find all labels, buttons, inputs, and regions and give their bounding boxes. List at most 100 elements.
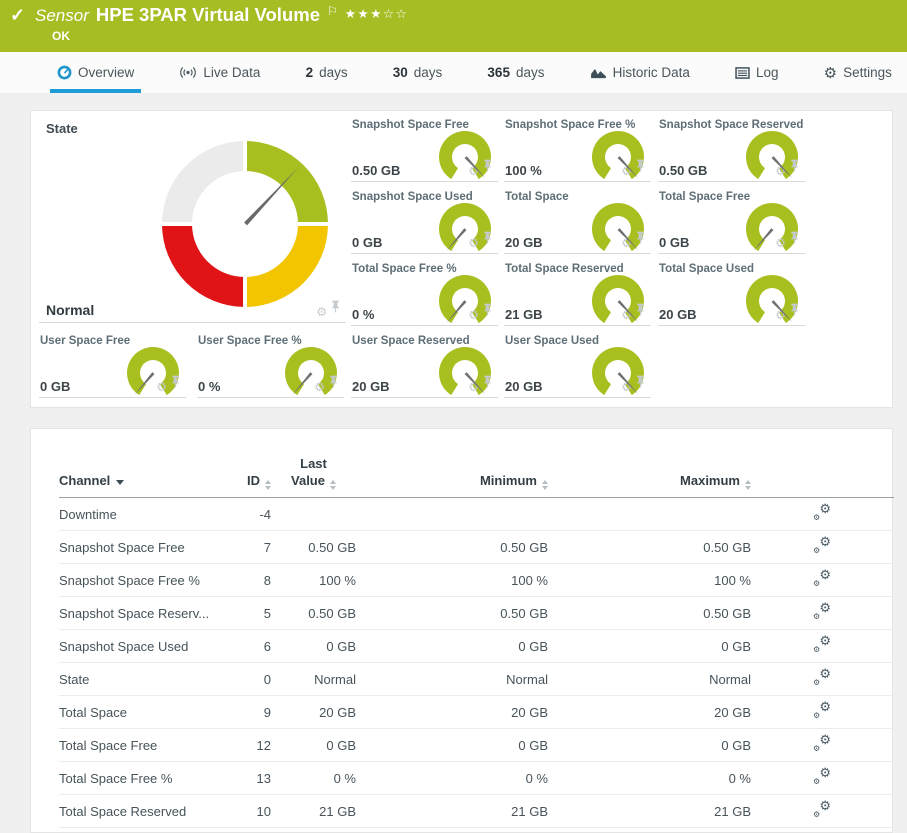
column-header-maximum[interactable]: Maximum xyxy=(548,473,751,490)
settings-cell: ⚙⚙ xyxy=(751,637,894,656)
tab-365-days[interactable]: 365days xyxy=(480,52,551,93)
gauge-title: User Space Used xyxy=(505,335,599,347)
state-gauge-title: State xyxy=(46,121,78,136)
pin-icon[interactable] xyxy=(483,159,492,177)
gauge-value: 20 GB xyxy=(659,307,697,322)
channel-id: 13 xyxy=(224,771,271,786)
gear-icon: ⚙ xyxy=(824,64,837,82)
pin-icon[interactable] xyxy=(483,303,492,321)
gauge-value: 20 GB xyxy=(505,379,543,394)
column-header-id[interactable]: ID xyxy=(224,473,271,490)
channel-settings-icon[interactable]: ⚙⚙ xyxy=(813,703,831,719)
pin-icon[interactable] xyxy=(331,300,340,318)
tab-30-days[interactable]: 30days xyxy=(386,52,450,93)
channel-id: 8 xyxy=(224,573,271,588)
pin-icon[interactable] xyxy=(171,375,180,393)
maximum-value: 20 GB xyxy=(548,705,751,720)
channel-settings-icon[interactable]: ⚙⚙ xyxy=(813,802,831,818)
channel-id: 9 xyxy=(224,705,271,720)
tab-number: 2 xyxy=(306,65,314,80)
pin-icon[interactable] xyxy=(790,303,799,321)
channel-settings-icon[interactable]: ⚙⚙ xyxy=(813,604,831,620)
table-row[interactable]: Downtime-4⚙⚙ xyxy=(59,498,894,531)
channel-name: Snapshot Space Reserv... xyxy=(59,606,224,621)
gauge-panel: Snapshot Space Used0 GB⚙ xyxy=(351,191,498,254)
pin-icon[interactable] xyxy=(636,303,645,321)
tab-2-days[interactable]: 2days xyxy=(299,52,355,93)
pin-icon[interactable] xyxy=(483,231,492,249)
pin-icon[interactable] xyxy=(483,375,492,393)
gear-icon[interactable]: ⚙ xyxy=(468,237,479,249)
gauge-panel: Total Space Used20 GB⚙ xyxy=(658,263,805,326)
gauge-panel: Total Space Free0 GB⚙ xyxy=(658,191,805,254)
gear-icon[interactable]: ⚙ xyxy=(314,381,325,393)
minimum-value: 21 GB xyxy=(356,804,548,819)
channel-id: 6 xyxy=(224,639,271,654)
channels-table-card: ChannelIDLastValueMinimumMaximum Downtim… xyxy=(30,428,893,833)
tab-label: Live Data xyxy=(203,65,260,80)
gauge-value: 0 % xyxy=(352,307,374,322)
maximum-value: Normal xyxy=(548,672,751,687)
broadcast-icon xyxy=(179,66,197,79)
channel-settings-icon[interactable]: ⚙⚙ xyxy=(813,736,831,752)
tab-live-data[interactable]: Live Data xyxy=(172,52,267,93)
minimum-value: 100 % xyxy=(356,573,548,588)
table-row[interactable]: Snapshot Space Free70.50 GB0.50 GB0.50 G… xyxy=(59,531,894,564)
tab-historic-data[interactable]: Historic Data xyxy=(583,52,697,93)
gauge-title: Total Space Reserved xyxy=(505,263,624,275)
pin-icon[interactable] xyxy=(636,231,645,249)
table-row[interactable]: Total Space920 GB20 GB20 GB⚙⚙ xyxy=(59,696,894,729)
flag-icon[interactable]: ⚐ xyxy=(327,4,338,18)
gear-icon[interactable]: ⚙ xyxy=(468,309,479,321)
channel-settings-icon[interactable]: ⚙⚙ xyxy=(813,538,831,554)
table-row[interactable]: Total Space Free120 GB0 GB0 GB⚙⚙ xyxy=(59,729,894,762)
gear-icon[interactable]: ⚙ xyxy=(156,381,167,393)
table-row[interactable]: Total Space Free %130 %0 %0 %⚙⚙ xyxy=(59,762,894,795)
priority-rating[interactable]: ★★★☆☆ xyxy=(345,6,409,21)
tab-label: days xyxy=(414,65,443,80)
table-row[interactable]: Snapshot Space Used60 GB0 GB0 GB⚙⚙ xyxy=(59,630,894,663)
column-header-channel[interactable]: Channel xyxy=(59,473,224,490)
column-header-minimum[interactable]: Minimum xyxy=(356,473,548,490)
channel-settings-icon[interactable]: ⚙⚙ xyxy=(813,571,831,587)
minimum-value: 0 GB xyxy=(356,738,548,753)
gauge-panel: Snapshot Space Free0.50 GB⚙ xyxy=(351,119,498,182)
last-value: 20 GB xyxy=(271,705,356,720)
channel-settings-icon[interactable]: ⚙⚙ xyxy=(813,505,831,521)
table-row[interactable]: Total Space Reserved1021 GB21 GB21 GB⚙⚙ xyxy=(59,795,894,828)
channel-settings-icon[interactable]: ⚙⚙ xyxy=(813,769,831,785)
channel-name: Total Space Free % xyxy=(59,771,224,786)
column-header-last-value[interactable]: LastValue xyxy=(271,456,356,490)
overview-gauges-card: State Normal ⚙ Snapshot Space Free0.50 G… xyxy=(30,110,893,408)
settings-cell: ⚙⚙ xyxy=(751,670,894,689)
tab-log[interactable]: Log xyxy=(728,52,786,93)
table-header: ChannelIDLastValueMinimumMaximum xyxy=(59,454,894,498)
gauge-title: Total Space Free xyxy=(659,191,750,203)
maximum-value: 0 GB xyxy=(548,639,751,654)
last-value: 21 GB xyxy=(271,804,356,819)
tab-settings[interactable]: ⚙Settings xyxy=(817,52,899,93)
channel-name: Snapshot Space Free % xyxy=(59,573,224,588)
pin-icon[interactable] xyxy=(636,159,645,177)
minimum-value: 20 GB xyxy=(356,705,548,720)
pin-icon[interactable] xyxy=(329,375,338,393)
table-row[interactable]: Snapshot Space Free %8100 %100 %100 %⚙⚙ xyxy=(59,564,894,597)
tab-bar: OverviewLive Data2days30days365daysHisto… xyxy=(0,52,907,93)
channel-settings-icon[interactable]: ⚙⚙ xyxy=(813,637,831,653)
pin-icon[interactable] xyxy=(790,159,799,177)
state-value: Normal xyxy=(46,302,94,318)
gauge-value: 0 % xyxy=(198,379,220,394)
tab-overview[interactable]: Overview xyxy=(50,52,141,93)
pin-icon[interactable] xyxy=(636,375,645,393)
settings-cell: ⚙⚙ xyxy=(751,736,894,755)
pin-icon[interactable] xyxy=(790,231,799,249)
gear-icon[interactable]: ⚙ xyxy=(316,306,327,318)
gear-icon[interactable]: ⚙ xyxy=(775,237,786,249)
table-row[interactable]: Snapshot Space Reserv...50.50 GB0.50 GB0… xyxy=(59,597,894,630)
minimum-value: 0.50 GB xyxy=(356,540,548,555)
last-value: 100 % xyxy=(271,573,356,588)
table-row[interactable]: State0NormalNormalNormal⚙⚙ xyxy=(59,663,894,696)
channel-settings-icon[interactable]: ⚙⚙ xyxy=(813,670,831,686)
last-value: 0 % xyxy=(271,771,356,786)
settings-cell: ⚙⚙ xyxy=(751,505,894,524)
